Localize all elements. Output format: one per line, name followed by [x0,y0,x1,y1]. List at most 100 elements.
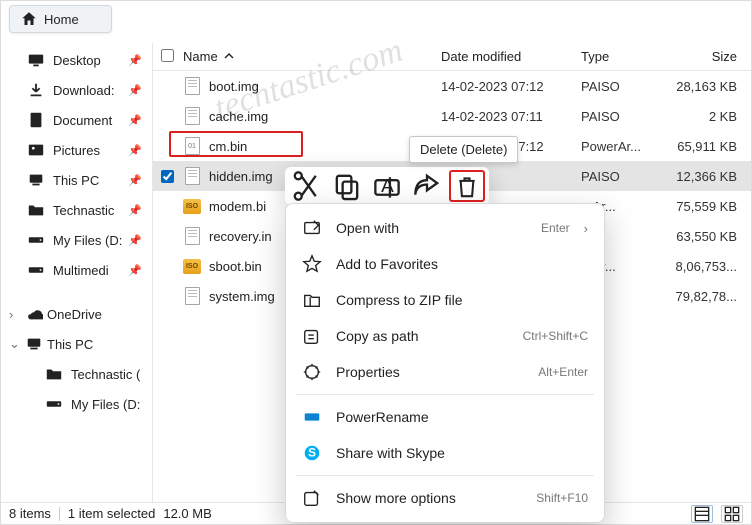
sort-asc-icon [224,49,234,64]
nav-tree-onedrive[interactable]: ›OneDrive [1,299,152,329]
menu-item-copypath[interactable]: Copy as path Ctrl+Shift+C [286,318,604,354]
file-size: 8,06,753... [665,259,751,274]
text-file-icon [185,167,200,185]
svg-text:A: A [381,176,394,197]
thispc-icon [25,335,43,353]
bin-file-icon: 01 [185,137,200,155]
column-type[interactable]: Type [581,49,665,64]
nav-tree-thispc[interactable]: ⌄This PC [1,329,152,359]
file-name: boot.img [209,79,259,94]
file-name: modem.bi [209,199,266,214]
file-size: 65,911 KB [665,139,751,154]
nav-quick-document[interactable]: Document📌 [1,105,152,135]
menu-item-props[interactable]: Properties Alt+Enter [286,354,604,390]
nav-pane: Desktop📌Download:📌Document📌Pictures📌This… [1,43,153,506]
nav-quick-desktop[interactable]: Desktop📌 [1,45,152,75]
file-size: 2 KB [665,109,751,124]
view-details-button[interactable] [691,505,713,523]
text-file-icon [185,287,200,305]
pin-icon: 📌 [128,54,142,67]
thispc-icon [27,171,45,189]
row-checkbox[interactable] [161,170,183,183]
zip-icon [302,290,322,310]
file-name: sboot.bin [209,259,262,274]
cut-button[interactable] [289,170,325,202]
menu-item-powerrename[interactable]: PowerRename [286,399,604,435]
row-checkbox[interactable] [161,80,183,93]
chevron-down-icon: ⌄ [9,336,21,352]
file-size: 63,550 KB [665,229,751,244]
rename-button[interactable]: A [369,170,405,202]
menu-item-openwith[interactable]: Open with Enter › [286,210,604,246]
pin-icon: 📌 [128,204,142,217]
text-file-icon [185,227,200,245]
nav-quick-thispc[interactable]: This PC📌 [1,165,152,195]
menu-item-zip[interactable]: Compress to ZIP file [286,282,604,318]
file-name: recovery.in [209,229,272,244]
openwith-icon [302,218,322,238]
nav-quick-pictures[interactable]: Pictures📌 [1,135,152,165]
file-date: 14-02-2023 07:11 [441,109,581,124]
nav-tree-child[interactable]: Technastic ( [1,359,152,389]
desktop-icon [27,51,45,69]
copypath-icon [302,326,322,346]
drive-icon [45,395,63,413]
file-type: PAISO [581,79,665,94]
file-row[interactable]: boot.img 14-02-2023 07:12 PAISO 28,163 K… [153,71,751,101]
file-type: PowerAr... [581,139,665,154]
column-size[interactable]: Size [665,49,751,64]
row-checkbox[interactable] [161,290,183,303]
context-action-bar: A [285,167,489,205]
share-button[interactable] [409,170,445,202]
column-date[interactable]: Date modified [441,49,581,64]
more-icon [302,488,322,508]
menu-item-skype[interactable]: S Share with Skype [286,435,604,471]
select-all-checkbox[interactable] [161,49,183,65]
menu-item-star[interactable]: Add to Favorites [286,246,604,282]
file-type: PAISO [581,109,665,124]
row-checkbox[interactable] [161,140,183,153]
iso-file-icon: ISO [183,199,201,214]
file-size: 28,163 KB [665,79,751,94]
text-file-icon [185,107,200,125]
file-type: PAISO [581,169,665,184]
star-icon [302,254,322,274]
folder-dark-icon [27,201,45,219]
onedrive-icon [25,305,43,323]
file-size: 75,559 KB [665,199,751,214]
row-checkbox[interactable] [161,260,183,273]
nav-quick-drive[interactable]: My Files (D:📌 [1,225,152,255]
nav-quick-download[interactable]: Download:📌 [1,75,152,105]
document-icon [27,111,45,129]
pin-icon: 📌 [128,264,142,277]
menu-item-more[interactable]: Show more options Shift+F10 [286,480,604,516]
download-icon [27,81,45,99]
home-breadcrumb[interactable]: Home [9,5,112,33]
row-checkbox[interactable] [161,230,183,243]
file-row[interactable]: cache.img 14-02-2023 07:11 PAISO 2 KB [153,101,751,131]
file-name: cm.bin [209,139,247,154]
chevron-right-icon: › [9,307,21,322]
copy-button[interactable] [329,170,365,202]
row-checkbox[interactable] [161,200,183,213]
delete-button[interactable] [449,170,485,202]
pin-icon: 📌 [128,144,142,157]
text-file-icon [185,77,200,95]
file-name: system.img [209,289,275,304]
status-size: 12.0 MB [163,506,211,521]
nav-quick-folder-dark[interactable]: Technastic📌 [1,195,152,225]
nav-quick-drive[interactable]: Multimedi📌 [1,255,152,285]
file-size: 12,366 KB [665,169,751,184]
file-name: hidden.img [209,169,273,184]
column-name[interactable]: Name [183,49,441,64]
status-item-count: 8 items [9,506,51,521]
menu-shortcut: Ctrl+Shift+C [523,329,588,343]
home-icon [20,10,38,28]
powerrename-icon [302,407,322,427]
view-large-button[interactable] [721,505,743,523]
pin-icon: 📌 [128,174,142,187]
pictures-icon [27,141,45,159]
row-checkbox[interactable] [161,110,183,123]
file-name: cache.img [209,109,268,124]
nav-tree-child[interactable]: My Files (D: [1,389,152,419]
